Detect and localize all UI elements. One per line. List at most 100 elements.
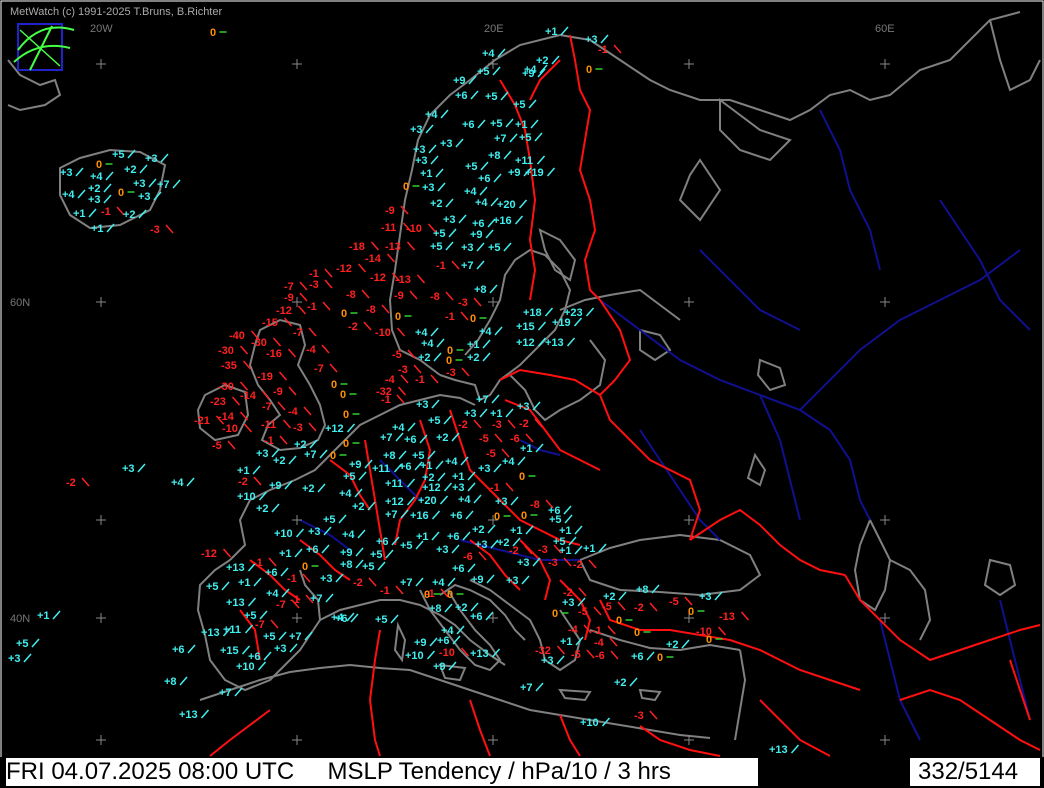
tendency-value: -10 xyxy=(439,647,455,659)
tendency-value: +1 xyxy=(510,525,523,537)
tendency-value: -8 xyxy=(366,304,376,316)
tendency-value: 0 xyxy=(210,27,216,39)
tendency-value: +3 xyxy=(452,482,465,494)
tendency-value: +5 xyxy=(375,614,388,626)
tendency-value: -9 xyxy=(394,290,404,302)
tendency-value: -12 xyxy=(201,548,217,560)
tendency-value: +1 xyxy=(559,545,572,557)
tendency-value: -30 xyxy=(218,345,234,357)
tendency-value: -4 xyxy=(288,406,299,418)
tendency-value: +3 xyxy=(256,448,269,460)
tendency-value: 0 xyxy=(302,561,308,573)
tendency-value: -7 xyxy=(276,599,286,611)
tendency-value: +3 xyxy=(416,399,429,411)
tendency-value: -5 xyxy=(212,440,222,452)
tendency-value: +4 xyxy=(421,338,434,350)
observation-time: FRI 04.07.2025 08:00 UTC xyxy=(6,758,295,785)
tendency-value: 0 xyxy=(96,159,102,171)
tendency-value: +3 xyxy=(699,591,712,603)
tendency-value: -11 xyxy=(261,419,276,431)
tendency-value: +3 xyxy=(422,182,435,194)
tendency-value: +6 xyxy=(455,90,468,102)
tendency-value: -4 xyxy=(568,624,579,636)
tendency-value: +5 xyxy=(370,549,383,561)
tendency-value: +3 xyxy=(475,539,488,551)
tendency-value: +20 xyxy=(418,495,437,507)
tendency-value: +4 xyxy=(425,109,438,121)
tendency-value: 0 xyxy=(706,634,712,646)
tendency-value: -13 xyxy=(395,274,411,286)
tendency-value: +5 xyxy=(433,228,446,240)
tendency-value: +9 xyxy=(269,480,282,492)
tendency-value: 0 xyxy=(343,409,349,421)
tendency-value: -6 xyxy=(595,650,605,662)
tendency-value: +2 xyxy=(302,483,315,495)
tendency-value: +4 xyxy=(445,456,458,468)
tendency-value: +12 xyxy=(325,423,344,435)
tendency-value: 0 xyxy=(494,511,500,523)
tendency-value: +3 xyxy=(506,575,519,587)
tendency-value: +4 xyxy=(458,494,471,506)
tendency-value: -1 xyxy=(380,585,390,597)
tendency-value: -3 xyxy=(492,419,502,431)
tendency-value: +9 xyxy=(349,459,362,471)
tendency-value: -2 xyxy=(458,419,468,431)
tendency-value: +13 xyxy=(226,562,245,574)
tendency-value: +3 xyxy=(133,178,146,190)
tendency-value: +5 xyxy=(465,161,478,173)
tendency-value: 0 xyxy=(519,471,525,483)
lat-label-60n: 60N xyxy=(10,297,30,309)
tendency-value: +5 xyxy=(323,514,336,526)
tendency-value: +10 xyxy=(405,650,424,662)
tendency-value: 0 xyxy=(634,627,640,639)
tendency-value: +5 xyxy=(428,415,441,427)
tendency-value: +6 xyxy=(470,611,483,623)
tendency-value: 0 xyxy=(657,652,663,664)
tendency-value: 0 xyxy=(340,389,346,401)
tendency-value: -2 xyxy=(634,602,644,614)
lon-label-20w: 20W xyxy=(90,23,113,35)
tendency-value: -1 xyxy=(253,557,263,569)
tendency-value: +10 xyxy=(236,661,255,673)
tendency-value: +18 xyxy=(523,307,542,319)
lat-label-40n: 40N xyxy=(10,613,30,625)
tendency-value: -13 xyxy=(385,241,401,253)
tendency-value: +9 xyxy=(340,547,353,559)
tendency-value: -40 xyxy=(229,330,245,342)
tendency-value: +5 xyxy=(519,132,532,144)
tendency-value: -10 xyxy=(406,223,422,235)
tendency-value: +2 xyxy=(123,209,136,221)
tendency-value: +1 xyxy=(37,610,50,622)
tendency-value: +2 xyxy=(455,602,468,614)
tendency-value: +13 xyxy=(470,648,489,660)
tendency-value: -10 xyxy=(375,327,391,339)
tendency-value: -21 xyxy=(194,415,210,427)
tendency-value: 0 xyxy=(616,615,622,627)
tendency-value: +7 xyxy=(520,682,533,694)
tendency-value: +3 xyxy=(410,124,423,136)
tendency-value: -4 xyxy=(385,374,396,386)
tendency-value: -30 xyxy=(218,381,234,393)
tendency-value: +8 xyxy=(488,150,501,162)
tendency-value: +2 xyxy=(472,524,485,536)
tendency-value: +7 xyxy=(310,593,323,605)
tendency-value: -2 xyxy=(348,321,358,333)
tendency-value: -8 xyxy=(346,289,356,301)
tendency-value: +3 xyxy=(274,643,287,655)
tendency-value: -3 xyxy=(446,367,456,379)
tendency-value: +9 xyxy=(508,167,521,179)
tendency-value: -14 xyxy=(365,253,382,265)
tendency-value: +4 xyxy=(342,529,355,541)
tendency-value: +5 xyxy=(485,91,498,103)
tendency-value: 0 xyxy=(330,450,336,462)
tendency-value: -3 xyxy=(398,364,408,376)
tendency-value: +4 xyxy=(482,48,495,60)
tendency-value: +16 xyxy=(410,510,429,522)
tendency-value: -2 xyxy=(573,559,583,571)
tendency-value: +13 xyxy=(226,597,245,609)
tendency-value: -2 xyxy=(509,545,519,557)
tendency-value: +3 xyxy=(517,401,530,413)
tendency-value: -5 xyxy=(602,601,612,613)
tendency-value: +6 xyxy=(447,531,460,543)
tendency-value: +9 xyxy=(470,229,483,241)
